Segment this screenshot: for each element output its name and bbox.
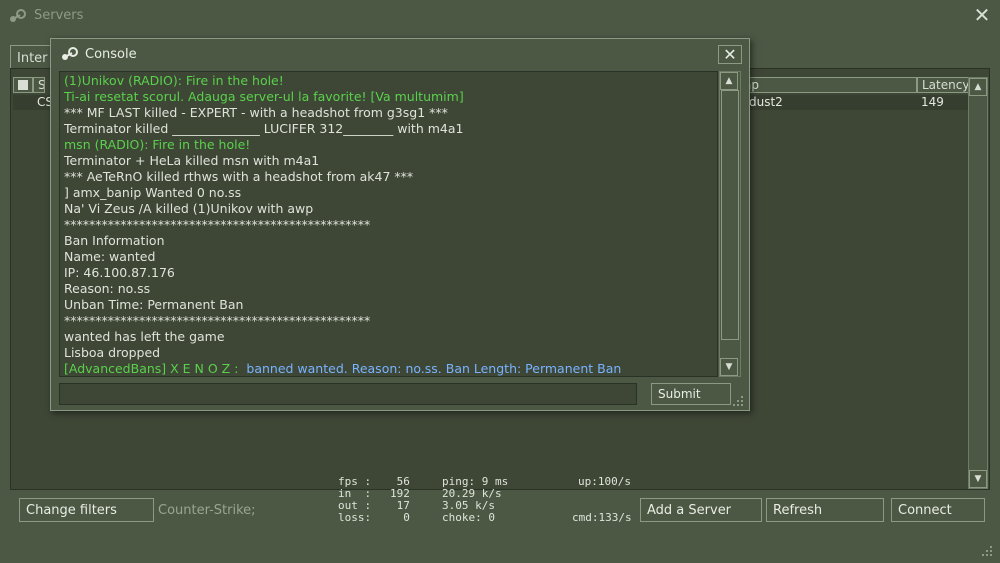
net-stats-cmd: cmd:133/s bbox=[572, 511, 632, 524]
scroll-down-icon[interactable]: ▼ bbox=[720, 358, 738, 376]
resize-grip-icon[interactable] bbox=[978, 544, 994, 558]
lock-icon bbox=[18, 80, 28, 90]
steam-logo-icon bbox=[62, 47, 78, 60]
console-line: IP: 46.100.87.176 bbox=[64, 265, 175, 280]
net-stats-values: 56 192 17 0 bbox=[390, 475, 410, 524]
console-line: ****************************************… bbox=[64, 313, 371, 328]
console-line: Ban Information bbox=[64, 233, 165, 248]
row-latency: 149 bbox=[921, 95, 944, 109]
scroll-up-icon[interactable]: ▲ bbox=[969, 78, 987, 96]
console-line: Na' Vi Zeus /A killed (1)Unikov with awp bbox=[64, 201, 314, 216]
console-line: Lisboa dropped bbox=[64, 345, 161, 360]
console-line: Ti-ai resetat scorul. Adauga server-ul l… bbox=[64, 89, 464, 104]
console-line: ] amx_banip Wanted 0 no.ss bbox=[64, 185, 242, 200]
resize-grip-icon[interactable] bbox=[731, 395, 745, 407]
refresh-button[interactable]: Refresh bbox=[766, 498, 884, 522]
console-line: wanted has left the game bbox=[64, 329, 225, 344]
column-header-latency[interactable]: Latency bbox=[917, 77, 969, 93]
console-line: Terminator killed ______________ LUCIFER… bbox=[64, 121, 464, 136]
console-line: Reason: no.ss bbox=[64, 281, 151, 296]
column-header-lock[interactable] bbox=[13, 77, 33, 93]
steam-logo-icon bbox=[10, 9, 26, 22]
console-line-prefix: [AdvancedBans] X E N O Z : bbox=[64, 361, 239, 376]
change-filters-button[interactable]: Change filters bbox=[19, 498, 154, 522]
console-output: (1)Unikov (RADIO): Fire in the hole! Ti-a… bbox=[59, 71, 718, 377]
console-command-input[interactable] bbox=[59, 383, 637, 405]
filter-summary: Counter-Strike; bbox=[158, 503, 256, 518]
console-line: Name: wanted bbox=[64, 249, 156, 264]
servers-window-title: Servers bbox=[34, 8, 84, 23]
close-icon[interactable]: ✕ bbox=[970, 4, 994, 28]
console-line: Terminator + HeLa killed msn with m4a1 bbox=[64, 153, 320, 168]
column-header-server[interactable]: Se bbox=[33, 77, 45, 93]
console-line: msn (RADIO): Fire in the hole! bbox=[64, 137, 251, 152]
scroll-up-icon[interactable]: ▲ bbox=[720, 72, 738, 90]
console-line-message: banned wanted. Reason: no.ss. Ban Length… bbox=[246, 361, 622, 376]
console-line: *** AeTeRnO killed rthws with a headshot… bbox=[64, 169, 414, 184]
console-line: Unban Time: Permanent Ban bbox=[64, 297, 244, 312]
server-list-scrollbar[interactable]: ▲ ▼ bbox=[968, 77, 988, 489]
submit-button[interactable]: Submit bbox=[651, 383, 731, 405]
scrollbar-thumb[interactable] bbox=[721, 90, 739, 340]
scroll-down-icon[interactable]: ▼ bbox=[969, 470, 987, 488]
net-stats-rates: ping: 9 ms 20.29 k/s 3.05 k/s choke: 0 bbox=[442, 475, 509, 524]
net-stats-up: up:100/s bbox=[578, 475, 631, 488]
console-line: (1)Unikov (RADIO): Fire in the hole! bbox=[64, 73, 284, 88]
add-server-button[interactable]: Add a Server bbox=[640, 498, 762, 522]
console-line: [AdvancedBans] X E N O Z : banned wanted… bbox=[64, 361, 717, 376]
close-icon[interactable]: ✕ bbox=[718, 45, 742, 64]
connect-button[interactable]: Connect bbox=[891, 498, 985, 522]
console-line: ****************************************… bbox=[64, 217, 371, 232]
console-scrollbar[interactable]: ▲ ▼ bbox=[719, 71, 741, 377]
console-title: Console bbox=[85, 47, 137, 62]
column-header-map[interactable]: ap bbox=[739, 77, 917, 93]
net-stats-labels: fps : in : out : loss: bbox=[338, 475, 372, 524]
console-window: Console ✕ (1)Unikov (RADIO): Fire in the… bbox=[50, 38, 750, 411]
console-line: *** MF LAST killed - EXPERT - with a hea… bbox=[64, 105, 448, 120]
